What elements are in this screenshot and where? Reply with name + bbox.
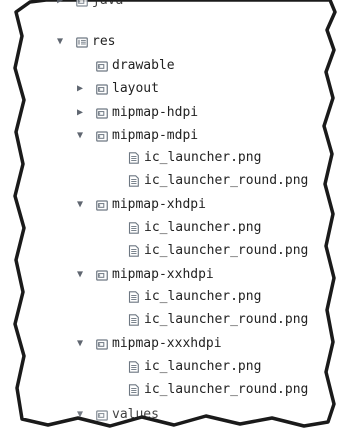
expand-arrow-down-icon[interactable]: ▼ xyxy=(74,194,86,216)
tree-row-ic-launcher-png[interactable]: ic_launcher.png xyxy=(0,217,320,239)
folder-icon xyxy=(96,131,108,142)
tree-item-label: ic_launcher.png xyxy=(144,220,262,235)
screenshot-stage: ▶ java ▼ res drawable ▶ layout ▶ mipmap-hdp… xyxy=(0,0,341,435)
tree-item-label: ic_launcher.png xyxy=(144,150,262,165)
tree-row-mipmap-mdpi[interactable]: ▼ mipmap-mdpi xyxy=(0,125,320,147)
expand-arrow-down-icon[interactable]: ▼ xyxy=(74,264,86,286)
folder-icon-wrapper xyxy=(96,264,110,286)
tree-row-mipmap-xxhdpi[interactable]: ▼ mipmap-xxhdpi xyxy=(0,264,320,286)
image-file-icon-wrapper xyxy=(128,240,142,262)
folder-icon-wrapper xyxy=(96,55,110,77)
tree-item-label: ic_launcher_round.png xyxy=(144,312,309,327)
tree-row-ic-launcher-round-png[interactable]: ic_launcher_round.png xyxy=(0,240,320,262)
folder-icon-wrapper xyxy=(96,194,110,216)
tree-item-label: ic_launcher.png xyxy=(144,289,262,304)
tree-row-ic-launcher-round-png[interactable]: ic_launcher_round.png xyxy=(0,309,320,331)
tree-row-mipmap-xhdpi[interactable]: ▼ mipmap-xhdpi xyxy=(0,194,320,216)
tree-item-label: values xyxy=(112,407,159,422)
tree-item-label: layout xyxy=(112,81,159,96)
image-file-icon-wrapper xyxy=(128,217,142,239)
folder-icon xyxy=(96,84,108,95)
image-file-icon xyxy=(128,245,139,257)
image-file-icon xyxy=(128,152,139,164)
tree-row-mipmap-hdpi[interactable]: ▶ mipmap-hdpi xyxy=(0,102,320,124)
tree-row-mipmap-xxxhdpi[interactable]: ▼ mipmap-xxxhdpi xyxy=(0,333,320,355)
tree-row-ic-launcher-png[interactable]: ic_launcher.png xyxy=(0,147,320,169)
folder-icon xyxy=(76,0,88,7)
tree-item-label: res xyxy=(92,34,116,49)
tree-item-label: mipmap-xxxhdpi xyxy=(112,336,222,351)
tree-item-label: ic_launcher_round.png xyxy=(144,382,309,397)
folder-icon xyxy=(96,61,108,72)
tree-row-ic-launcher-png[interactable]: ic_launcher.png xyxy=(0,286,320,308)
folder-icon xyxy=(96,270,108,281)
folder-icon-wrapper xyxy=(96,333,110,355)
tree-item-label: mipmap-xhdpi xyxy=(112,197,206,212)
tree-row-ic-launcher-png[interactable]: ic_launcher.png xyxy=(0,356,320,378)
image-file-icon-wrapper xyxy=(128,286,142,308)
tree-item-label: ic_launcher.png xyxy=(144,359,262,374)
folder-icon xyxy=(96,200,108,211)
tree-item-label: ic_launcher_round.png xyxy=(144,173,309,188)
folder-icon xyxy=(96,339,108,350)
tree-row-values[interactable]: ▼ values xyxy=(0,404,320,426)
image-file-icon xyxy=(128,314,139,326)
image-file-icon-wrapper xyxy=(128,309,142,331)
tree-item-label: java xyxy=(92,0,124,8)
expand-arrow-down-icon[interactable]: ▼ xyxy=(54,31,66,53)
tree-item-label: mipmap-hdpi xyxy=(112,105,199,120)
tree-item-label: drawable xyxy=(112,58,175,73)
image-file-icon-wrapper xyxy=(128,356,142,378)
image-file-icon xyxy=(128,384,139,396)
tree-row-ic-launcher-round-png[interactable]: ic_launcher_round.png xyxy=(0,379,320,401)
image-file-icon-wrapper xyxy=(128,170,142,192)
image-file-icon xyxy=(128,175,139,187)
project-file-tree: ▶ java ▼ res drawable ▶ layout ▶ mipmap-hdp… xyxy=(0,0,341,435)
image-file-icon xyxy=(128,291,139,303)
tree-row-drawable[interactable]: drawable xyxy=(0,55,320,77)
folder-icon-wrapper xyxy=(76,0,90,12)
expand-arrow-down-icon[interactable]: ▼ xyxy=(74,404,86,426)
folder-icon-wrapper xyxy=(96,78,110,100)
image-file-icon-wrapper xyxy=(128,147,142,169)
tree-row-java[interactable]: ▶ java xyxy=(0,0,320,12)
tree-item-label: mipmap-mdpi xyxy=(112,128,199,143)
image-file-icon xyxy=(128,222,139,234)
folder-icon-wrapper xyxy=(96,125,110,147)
tree-item-label: ic_launcher_round.png xyxy=(144,243,309,258)
image-file-icon-wrapper xyxy=(128,379,142,401)
tree-row-layout[interactable]: ▶ layout xyxy=(0,78,320,100)
collapse-arrow-right-icon[interactable]: ▶ xyxy=(74,78,86,100)
expand-arrow-down-icon[interactable]: ▼ xyxy=(74,125,86,147)
tree-row-ic-launcher-round-png[interactable]: ic_launcher_round.png xyxy=(0,170,320,192)
tree-row-res[interactable]: ▼ res xyxy=(0,31,320,53)
tree-item-label: mipmap-xxhdpi xyxy=(112,267,214,282)
collapse-arrow-right-icon[interactable]: ▶ xyxy=(74,102,86,124)
expand-arrow-down-icon[interactable]: ▼ xyxy=(74,333,86,355)
resource-folder-icon-wrapper xyxy=(76,31,90,53)
folder-icon-wrapper xyxy=(96,404,110,426)
collapse-arrow-right-icon[interactable]: ▶ xyxy=(54,0,66,12)
folder-icon-wrapper xyxy=(96,102,110,124)
folder-icon xyxy=(96,108,108,119)
resource-folder-icon xyxy=(76,37,88,48)
folder-icon xyxy=(96,410,108,421)
image-file-icon xyxy=(128,361,139,373)
